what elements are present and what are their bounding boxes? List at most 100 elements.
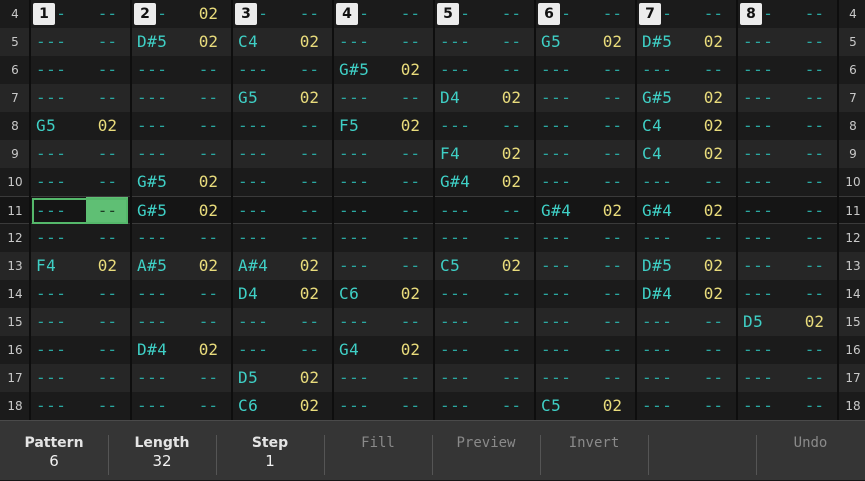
pattern-cell[interactable]: ----- [535, 56, 636, 84]
pattern-cell[interactable]: ----- [434, 364, 535, 392]
pattern-cell[interactable]: G#5 02 [636, 84, 737, 112]
pattern-cell[interactable]: ----- [737, 364, 838, 392]
pattern-cell[interactable]: ----- [737, 252, 838, 280]
toolbar-button-undo[interactable]: Undo [756, 421, 865, 481]
pattern-cell[interactable]: ----- [434, 336, 535, 364]
pattern-cell[interactable]: ----- [636, 168, 737, 196]
pattern-cell[interactable]: ----- [636, 224, 737, 252]
pattern-cell[interactable]: ----- [535, 308, 636, 336]
pattern-cell[interactable]: ----- [636, 336, 737, 364]
pattern-cell[interactable]: ----- [535, 168, 636, 196]
pattern-cell[interactable]: ----- [636, 56, 737, 84]
pattern-cell[interactable]: ----- [131, 112, 232, 140]
pattern-cell[interactable]: ----- [737, 392, 838, 420]
pattern-cell[interactable]: ----- [636, 392, 737, 420]
pattern-cell[interactable]: D4 02 [232, 280, 333, 308]
pattern-cell[interactable]: ----- [30, 308, 131, 336]
pattern-cell[interactable]: C4 02 [232, 28, 333, 56]
pattern-cell[interactable]: ----- [30, 364, 131, 392]
pattern-cell[interactable]: ----- [30, 84, 131, 112]
pattern-cell[interactable]: ----- [131, 308, 232, 336]
channel-8-badge[interactable]: 8 [740, 3, 762, 25]
pattern-cell[interactable]: D4 02 [434, 84, 535, 112]
pattern-cell[interactable]: ----- [737, 197, 838, 225]
pattern-cell[interactable]: ----- [434, 56, 535, 84]
pattern-cell[interactable]: ----- [30, 197, 131, 225]
pattern-cell[interactable]: D#5 02 [131, 28, 232, 56]
pattern-cell[interactable]: ----- [737, 280, 838, 308]
toolbar-button-step[interactable]: Step 1 [216, 421, 324, 481]
pattern-cell[interactable]: ----- [333, 84, 434, 112]
pattern-cell[interactable]: ----- [131, 84, 232, 112]
pattern-cell[interactable]: ----- [737, 224, 838, 252]
pattern-cell[interactable]: ----- [737, 56, 838, 84]
pattern-cell[interactable]: C5 02 [434, 252, 535, 280]
pattern-cell[interactable]: D5 02 [737, 308, 838, 336]
toolbar-button-empty[interactable] [648, 421, 756, 481]
pattern-cell[interactable]: ----- [131, 140, 232, 168]
pattern-cell[interactable]: ----- [434, 28, 535, 56]
pattern-cell[interactable]: ----- [535, 252, 636, 280]
pattern-cell[interactable]: D5 02 [232, 364, 333, 392]
pattern-cell[interactable]: ----- [434, 112, 535, 140]
toolbar-button-preview[interactable]: Preview [432, 421, 540, 481]
pattern-cell[interactable]: ----- [131, 280, 232, 308]
channel-3-badge[interactable]: 3 [235, 3, 257, 25]
pattern-cell[interactable]: ----- [333, 252, 434, 280]
pattern-cell[interactable]: G#4 02 [636, 197, 737, 225]
channel-4-badge[interactable]: 4 [336, 3, 358, 25]
pattern-cell[interactable]: ----- [30, 280, 131, 308]
pattern-cell[interactable]: ----- [232, 197, 333, 225]
pattern-cell[interactable]: C4 02 [636, 140, 737, 168]
pattern-cell[interactable]: C5 02 [535, 392, 636, 420]
pattern-cell[interactable]: G#5 02 [333, 56, 434, 84]
pattern-cell[interactable]: ----- [636, 364, 737, 392]
toolbar-button-fill[interactable]: Fill [324, 421, 432, 481]
pattern-cell[interactable]: ----- [737, 168, 838, 196]
pattern-cell[interactable]: C4 02 [636, 112, 737, 140]
pattern-cell[interactable]: D#4 02 [131, 336, 232, 364]
pattern-cell[interactable]: ----- [535, 336, 636, 364]
pattern-cell[interactable]: C6 02 [333, 280, 434, 308]
pattern-cell[interactable]: G#5 02 [131, 197, 232, 225]
pattern-cell[interactable]: ----- [737, 336, 838, 364]
pattern-cell[interactable]: ----- [535, 280, 636, 308]
channel-2-badge[interactable]: 2 [134, 3, 156, 25]
pattern-cell[interactable]: ----- [333, 28, 434, 56]
pattern-cell[interactable]: ----- [333, 364, 434, 392]
pattern-cell[interactable]: ----- [535, 112, 636, 140]
pattern-cell[interactable]: ----- [636, 308, 737, 336]
pattern-cell[interactable]: D#4 02 [636, 280, 737, 308]
pattern-cell[interactable]: ----- [535, 224, 636, 252]
pattern-cell[interactable]: ----- [232, 168, 333, 196]
pattern-cell[interactable]: ----- [737, 28, 838, 56]
pattern-cell[interactable]: F4 02 [30, 252, 131, 280]
pattern-cell[interactable]: A#4 02 [232, 252, 333, 280]
pattern-cell[interactable]: ----- [30, 224, 131, 252]
pattern-cell[interactable]: ----- [30, 168, 131, 196]
pattern-cell[interactable]: ----- [434, 308, 535, 336]
toolbar-button-invert[interactable]: Invert [540, 421, 648, 481]
pattern-cell[interactable]: G#4 02 [434, 168, 535, 196]
channel-5-badge[interactable]: 5 [437, 3, 459, 25]
pattern-cell[interactable]: F5 02 [333, 112, 434, 140]
pattern-cell[interactable]: ----- [232, 56, 333, 84]
pattern-cell[interactable]: D#5 02 [636, 252, 737, 280]
pattern-cell[interactable]: ----- [535, 140, 636, 168]
pattern-cell[interactable]: ----- [30, 336, 131, 364]
pattern-cell[interactable]: G#4 02 [535, 197, 636, 225]
pattern-cell[interactable]: ----- [535, 364, 636, 392]
channel-7-badge[interactable]: 7 [639, 3, 661, 25]
pattern-cell[interactable]: ----- [333, 392, 434, 420]
pattern-cell[interactable]: ----- [30, 140, 131, 168]
pattern-cell[interactable]: C6 02 [232, 392, 333, 420]
pattern-cell[interactable]: ----- [232, 336, 333, 364]
pattern-cell[interactable]: G#5 02 [131, 168, 232, 196]
pattern-cell[interactable]: G5 02 [30, 112, 131, 140]
pattern-cell[interactable]: ----- [232, 308, 333, 336]
pattern-cell[interactable]: ----- [535, 84, 636, 112]
channel-1-badge[interactable]: 1 [33, 3, 55, 25]
pattern-cell[interactable]: ----- [434, 197, 535, 225]
pattern-cell[interactable]: G5 02 [535, 28, 636, 56]
pattern-cell[interactable]: ----- [30, 28, 131, 56]
